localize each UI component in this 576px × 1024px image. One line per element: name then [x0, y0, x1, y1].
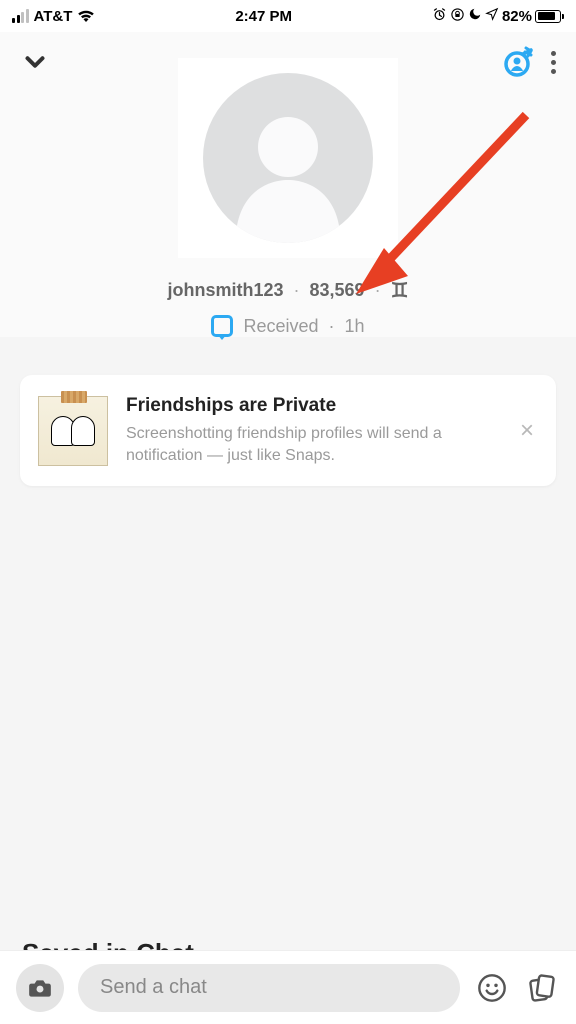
camera-button[interactable]: [16, 964, 64, 1012]
zodiac-icon: ♊︎: [391, 278, 409, 303]
bottom-bar: Send a chat: [0, 950, 576, 1024]
chat-input[interactable]: Send a chat: [78, 964, 460, 1012]
privacy-notice-card: Friendships are Private Screenshotting f…: [20, 375, 556, 486]
memories-button[interactable]: [524, 970, 560, 1006]
chevron-down-icon[interactable]: [20, 47, 50, 77]
moon-icon: [468, 7, 482, 25]
status-left: AT&T: [12, 8, 95, 25]
username-label: johnsmith123: [167, 280, 283, 301]
snap-status-row: Received · 1h: [0, 315, 576, 337]
cards-icon: [526, 972, 558, 1004]
status-right: 82%: [432, 7, 564, 26]
separator-dot: ·: [375, 280, 381, 301]
sticker-button[interactable]: [474, 970, 510, 1006]
battery-percent-label: 82%: [502, 8, 532, 25]
more-icon[interactable]: [551, 51, 556, 74]
snap-score: 83,569: [310, 280, 365, 301]
close-icon[interactable]: ×: [516, 417, 538, 445]
notice-title: Friendships are Private: [126, 395, 498, 417]
camera-icon: [27, 975, 53, 1001]
location-icon: [485, 7, 499, 25]
profile-section: johnsmith123 · 83,569 · ♊︎ Received · 1h: [0, 58, 576, 337]
avatar[interactable]: [178, 58, 398, 258]
lock-rotation-icon: [450, 7, 465, 26]
alarm-icon: [432, 7, 447, 26]
status-label: Received: [243, 316, 318, 337]
chat-received-icon: [211, 315, 233, 337]
clock-label: 2:47 PM: [235, 8, 292, 25]
smile-icon: [476, 972, 508, 1004]
separator-dot: ·: [294, 280, 300, 301]
chat-placeholder: Send a chat: [100, 976, 207, 999]
signal-icon: [12, 9, 29, 23]
add-friend-icon[interactable]: [501, 46, 533, 78]
status-time: 1h: [345, 316, 365, 337]
notice-thumbnail: [38, 396, 108, 466]
separator-dot: ·: [329, 316, 335, 337]
battery-icon: [535, 10, 564, 23]
carrier-label: AT&T: [34, 8, 73, 25]
username-row[interactable]: johnsmith123 · 83,569 · ♊︎: [0, 278, 576, 303]
wifi-icon: [77, 9, 95, 23]
notice-body: Screenshotting friendship profiles will …: [126, 423, 498, 466]
status-bar: AT&T 2:47 PM 82%: [0, 0, 576, 32]
